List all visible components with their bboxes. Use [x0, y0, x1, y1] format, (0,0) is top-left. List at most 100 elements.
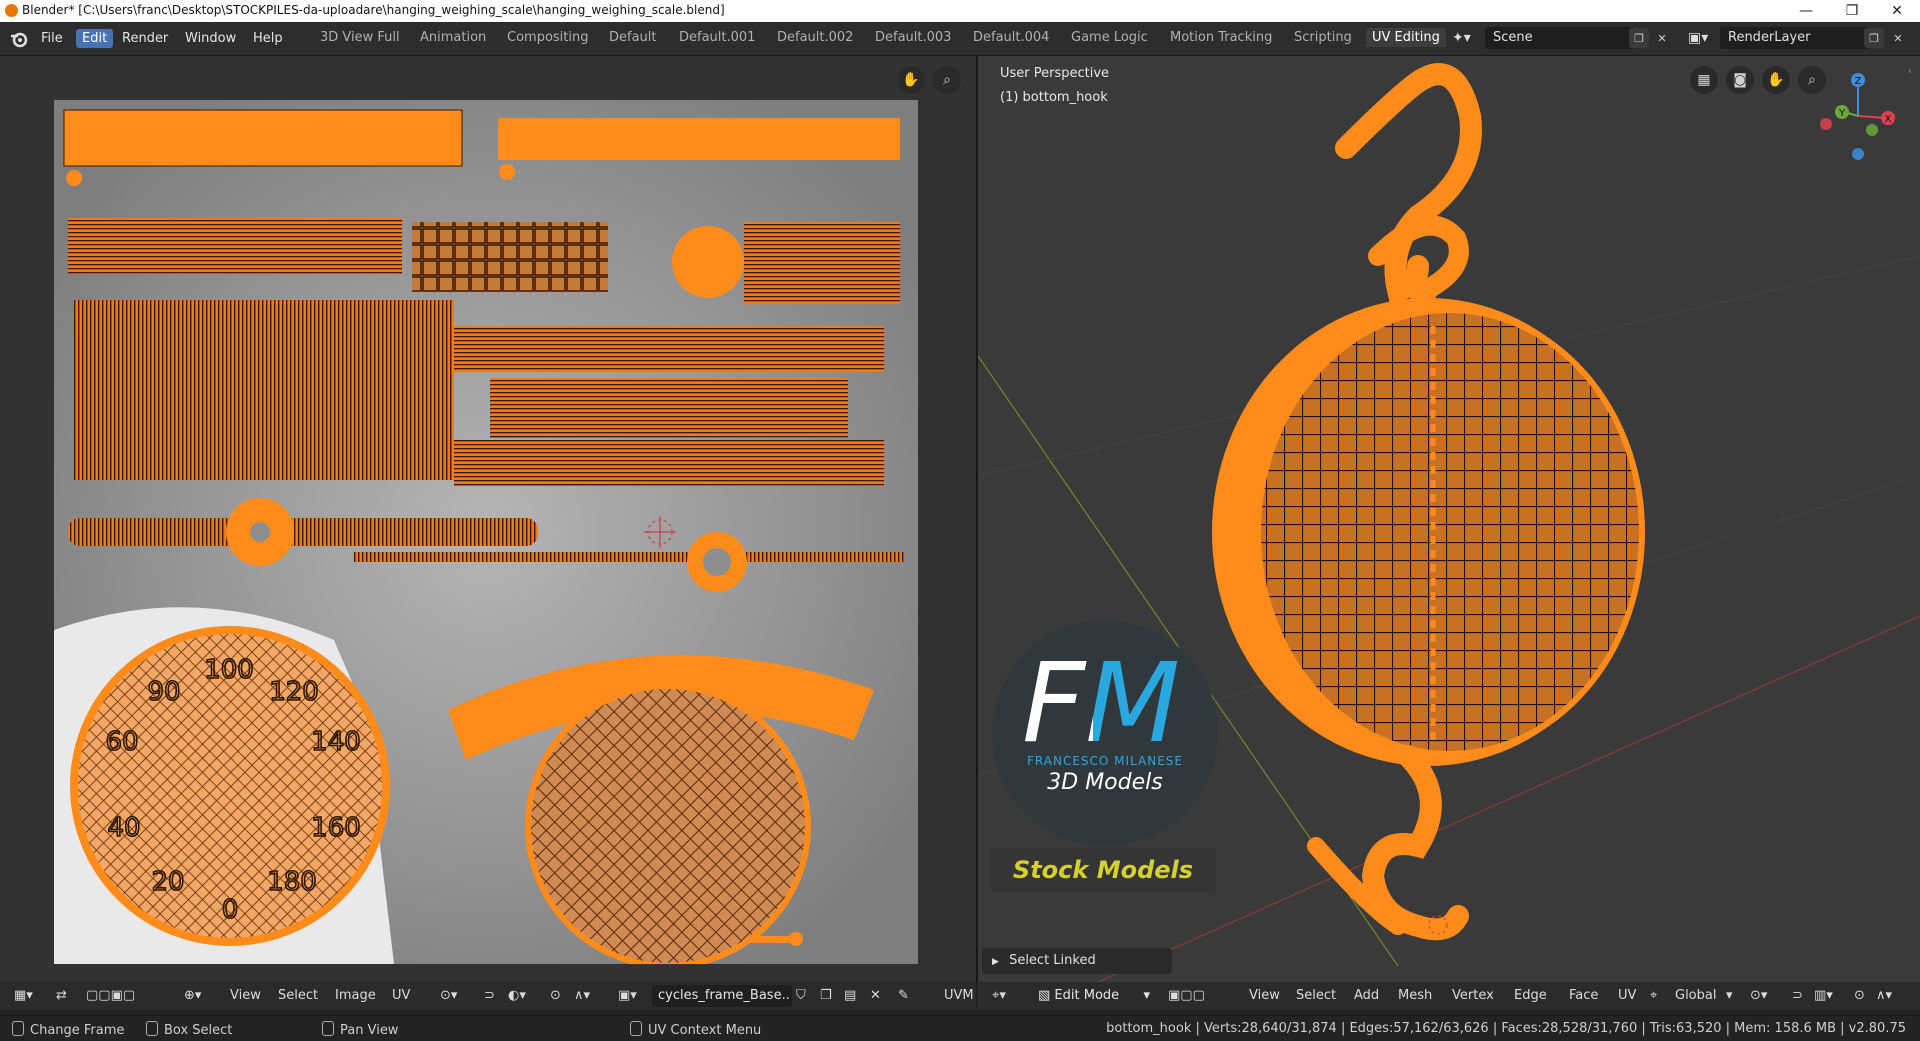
status-change-frame-label: Change Frame: [30, 1023, 125, 1038]
pin-icon[interactable]: ✎: [898, 988, 909, 1003]
tab-default-001[interactable]: Default.001: [679, 30, 755, 45]
viewport-menu-view[interactable]: View: [1249, 988, 1280, 1003]
status-change-frame: Change Frame: [12, 1021, 124, 1038]
sidebar-toggle-icon[interactable]: ‹: [1908, 66, 1912, 77]
scene-icon[interactable]: ✦▾: [1452, 30, 1471, 46]
camera-view-icon[interactable]: ◙: [1726, 66, 1754, 94]
blender-app-icon: [5, 4, 18, 17]
tab-default-002[interactable]: Default.002: [777, 30, 853, 45]
tab-motion-tracking[interactable]: Motion Tracking: [1170, 30, 1272, 45]
tab-3d-view-full[interactable]: 3D View Full: [320, 30, 400, 45]
watermark-subtitle: 3D Models: [1047, 770, 1163, 795]
new-scene-icon[interactable]: ❐: [1629, 28, 1649, 48]
watermark-name: FRANCESCO MILANESE: [1027, 754, 1183, 768]
tab-default-003[interactable]: Default.003: [875, 30, 951, 45]
close-button[interactable]: ✕: [1874, 0, 1920, 22]
image-name-field[interactable]: cycles_frame_Base..: [652, 985, 792, 1007]
snap-target-icon[interactable]: ▥▾: [1814, 988, 1833, 1003]
viewport-menu-edge[interactable]: Edge: [1514, 988, 1547, 1003]
dial-number-90: 90: [147, 677, 180, 707]
remove-render-layer-icon[interactable]: ✕: [1888, 28, 1908, 48]
tab-scripting[interactable]: Scripting: [1294, 30, 1352, 45]
select-mode-icons[interactable]: ▢▢▣▢: [86, 988, 135, 1003]
duplicate-image-icon[interactable]: ❐: [820, 988, 832, 1003]
gizmo-x-label: X: [1885, 114, 1892, 125]
operator-panel-label: Select Linked: [1009, 953, 1096, 968]
viewport-menu-face[interactable]: Face: [1569, 988, 1598, 1003]
3d-viewport[interactable]: User Perspective (1) bottom_hook ▦ ◙ ✋ ⌕…: [978, 56, 1920, 982]
dial-number-40: 40: [107, 813, 140, 843]
render-layer-icon[interactable]: ▣▾: [1688, 30, 1708, 46]
menu-window[interactable]: Window: [179, 29, 242, 48]
navigation-gizmo[interactable]: Z Y X: [1816, 70, 1896, 160]
dial-number-0: 0: [222, 895, 239, 925]
pivot-icon[interactable]: ⊙▾: [440, 988, 457, 1003]
dial-number-100: 100: [204, 655, 254, 685]
editor-type-icon[interactable]: ⌖▾: [992, 988, 1006, 1003]
scene-field[interactable]: Scene: [1485, 27, 1635, 49]
tab-default-004[interactable]: Default.004: [973, 30, 1049, 45]
chevron-down-icon[interactable]: ▾: [1726, 988, 1733, 1003]
orientation-icon[interactable]: ⌖: [1650, 988, 1657, 1003]
snap-icon[interactable]: ⊃: [484, 988, 495, 1003]
remove-scene-icon[interactable]: ✕: [1652, 28, 1672, 48]
uv-menu-select[interactable]: Select: [278, 988, 318, 1003]
menu-help[interactable]: Help: [247, 29, 289, 48]
new-render-layer-icon[interactable]: ❐: [1864, 28, 1884, 48]
uvmap-label[interactable]: UVM: [944, 988, 974, 1003]
menu-edit[interactable]: Edit: [76, 29, 114, 48]
viewport-menu-mesh[interactable]: Mesh: [1398, 988, 1432, 1003]
gizmo-y-label: Y: [1838, 108, 1846, 119]
mouse-icon: [146, 1021, 158, 1036]
uv-image-canvas[interactable]: 100 90 120 60 140 40 160 20 180 0: [54, 100, 918, 964]
viewport-menu-add[interactable]: Add: [1354, 988, 1379, 1003]
blender-logo-icon[interactable]: [10, 30, 28, 48]
gizmo-z-label: Z: [1855, 76, 1862, 87]
viewport-menu-uv[interactable]: UV: [1618, 988, 1636, 1003]
tab-default[interactable]: Default: [609, 30, 657, 45]
select-mode-icons[interactable]: ▣▢▢: [1168, 988, 1205, 1003]
uv-menu-image[interactable]: Image: [335, 988, 376, 1003]
image-browse-icon[interactable]: ▣▾: [618, 988, 637, 1003]
uv-menu-view[interactable]: View: [230, 988, 261, 1003]
menu-render[interactable]: Render: [116, 29, 174, 48]
mode-selector[interactable]: ▧ Edit Mode ▾: [1032, 985, 1156, 1007]
viewport-header: ⌖▾ ▧ Edit Mode ▾ ▣▢▢ View Select Add Mesh…: [978, 982, 1920, 1010]
zoom-icon[interactable]: ⌕: [933, 66, 961, 94]
falloff-curve-icon[interactable]: ∧▾: [574, 988, 590, 1003]
sync-selection-icon[interactable]: ⇄: [56, 988, 67, 1003]
minimize-button[interactable]: —: [1783, 0, 1829, 22]
scene-statistics: bottom_hook | Verts:28,640/31,874 | Edge…: [1106, 1021, 1906, 1036]
pan-hand-icon[interactable]: ✋: [897, 66, 925, 94]
operator-panel[interactable]: ▶ Select Linked: [982, 948, 1172, 974]
tab-game-logic[interactable]: Game Logic: [1071, 30, 1148, 45]
pivot-icon[interactable]: ⊙▾: [1750, 988, 1767, 1003]
tab-uv-editing[interactable]: UV Editing: [1366, 28, 1446, 47]
falloff-curve-icon[interactable]: ∧▾: [1876, 988, 1892, 1003]
proportional-icon[interactable]: ⊙: [1854, 988, 1865, 1003]
render-layer-field[interactable]: RenderLayer: [1720, 27, 1870, 49]
proportional-falloff-icon[interactable]: ⊙: [550, 988, 561, 1003]
unlink-image-icon[interactable]: ✕: [870, 988, 881, 1003]
proportional-icon[interactable]: ◐▾: [508, 988, 526, 1003]
mode-label: Edit Mode: [1054, 988, 1120, 1003]
status-box-select: Box Select: [146, 1021, 232, 1038]
viewport-menu-select[interactable]: Select: [1296, 988, 1336, 1003]
toggle-ortho-icon[interactable]: ▦: [1690, 66, 1718, 94]
orientation-selector[interactable]: Global: [1675, 988, 1716, 1003]
editor-type-icon[interactable]: ▦▾: [14, 988, 33, 1003]
dial-number-60: 60: [105, 727, 138, 757]
open-image-icon[interactable]: ▤: [844, 988, 856, 1003]
snap-icon[interactable]: ⊃: [1792, 988, 1803, 1003]
mouse-icon: [322, 1021, 334, 1036]
edit-mode-icon: ▧: [1038, 988, 1055, 1003]
menu-file[interactable]: File: [35, 29, 69, 48]
pan-hand-icon[interactable]: ✋: [1762, 66, 1790, 94]
maximize-button[interactable]: ❐: [1829, 0, 1875, 22]
uv-menu-uv[interactable]: UV: [392, 988, 410, 1003]
tab-compositing[interactable]: Compositing: [507, 30, 589, 45]
fake-user-shield-icon[interactable]: ⛉: [796, 988, 806, 1003]
sticky-select-icon[interactable]: ⊕▾: [184, 988, 201, 1003]
tab-animation[interactable]: Animation: [420, 30, 486, 45]
viewport-menu-vertex[interactable]: Vertex: [1452, 988, 1494, 1003]
